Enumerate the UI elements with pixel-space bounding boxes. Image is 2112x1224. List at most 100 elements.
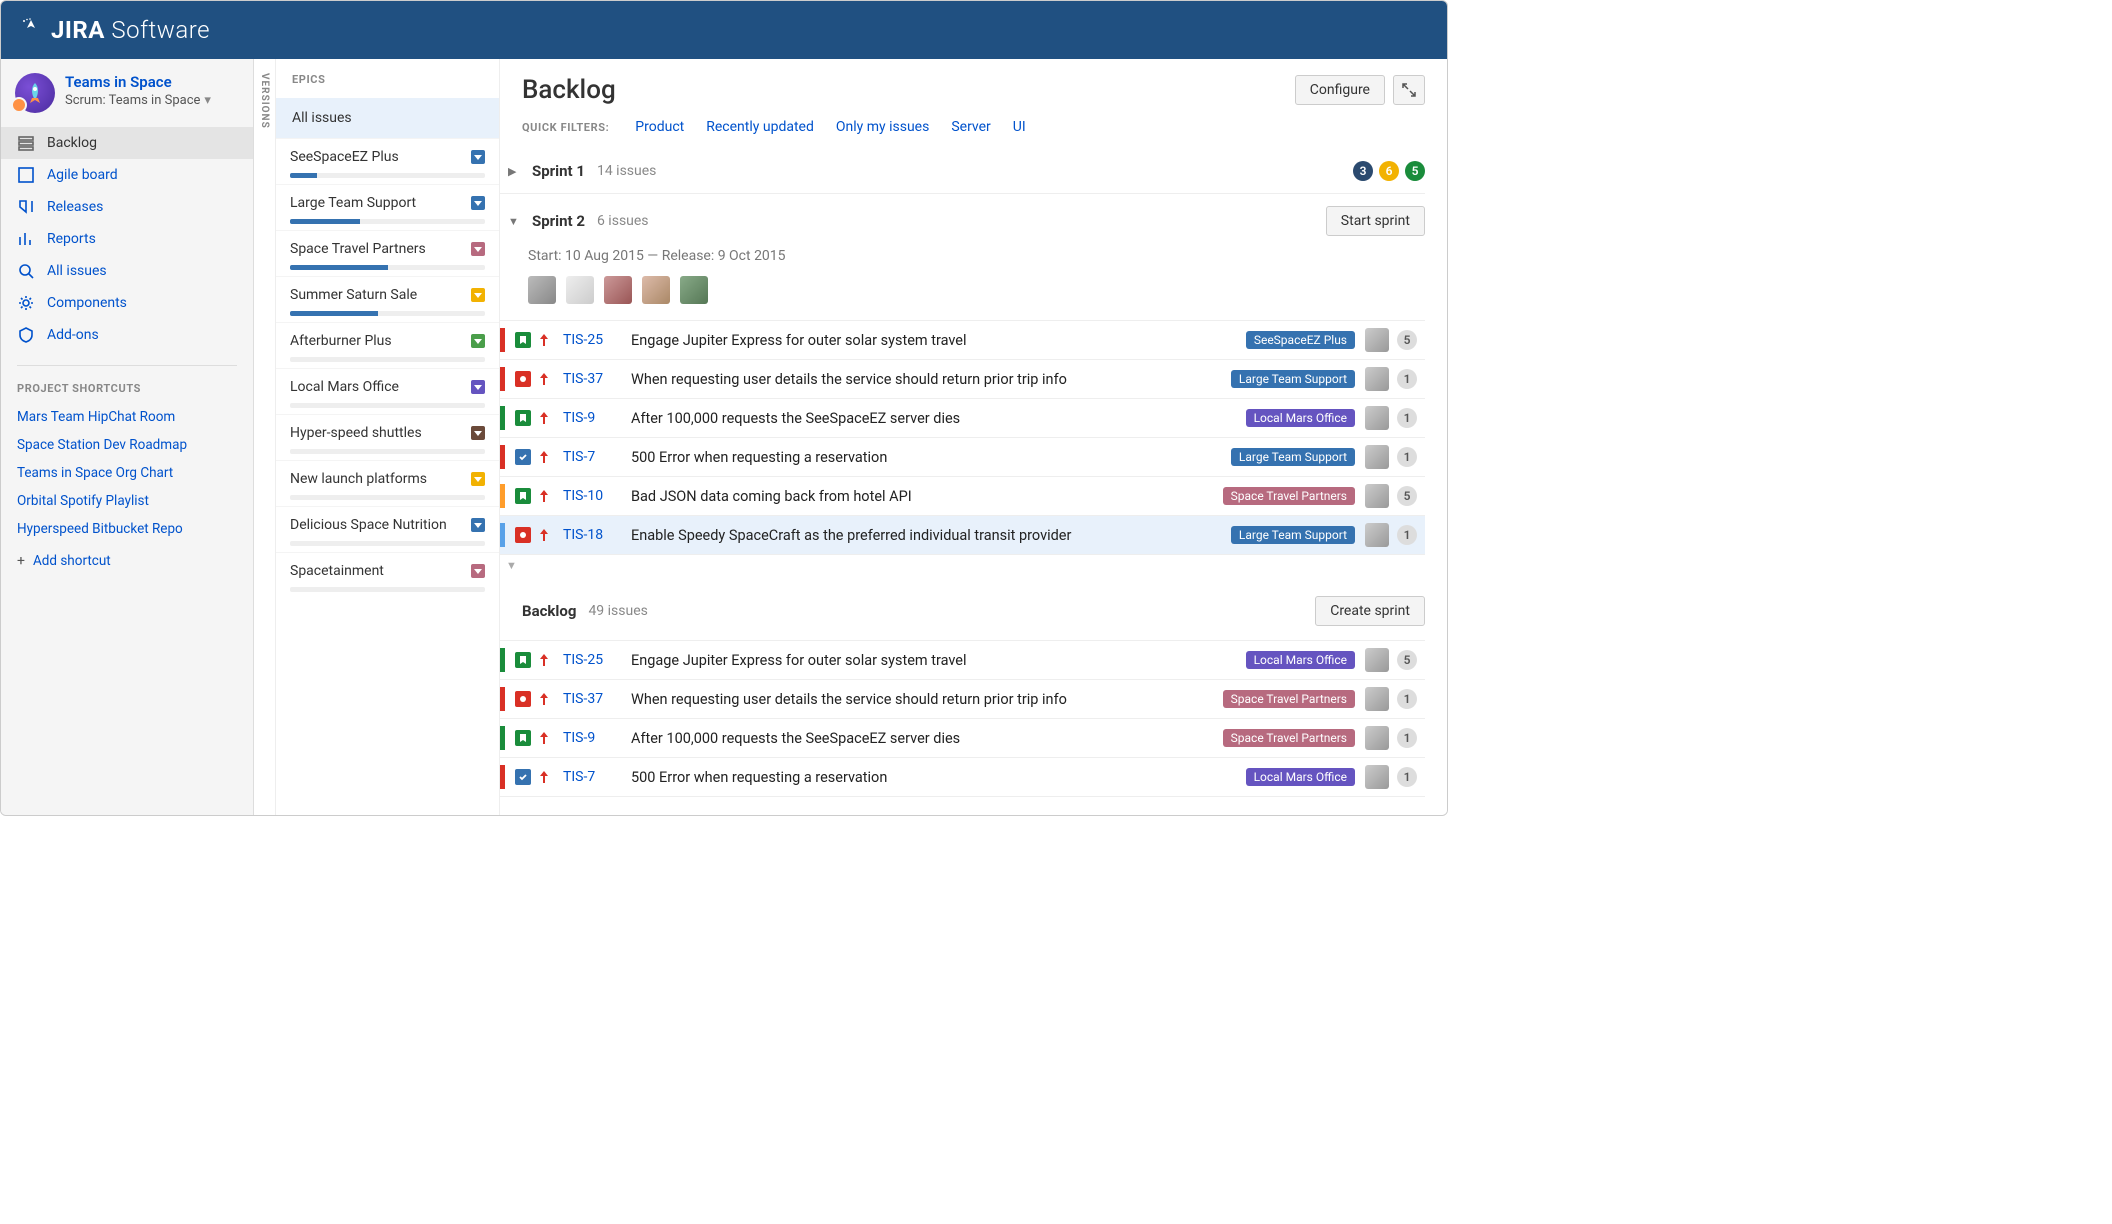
shortcut-link[interactable]: Space Station Dev Roadmap xyxy=(17,431,237,459)
nav-item-backlog[interactable]: Backlog xyxy=(1,127,253,159)
epic-dropdown-icon[interactable] xyxy=(471,288,485,302)
versions-rail[interactable]: VERSIONS xyxy=(254,59,276,815)
create-sprint-button[interactable]: Create sprint xyxy=(1315,596,1425,626)
priority-arrow-icon xyxy=(539,373,553,385)
epic-dropdown-icon[interactable] xyxy=(471,196,485,210)
epic-dropdown-icon[interactable] xyxy=(471,150,485,164)
shortcut-link[interactable]: Hyperspeed Bitbucket Repo xyxy=(17,515,237,543)
shortcut-link[interactable]: Teams in Space Org Chart xyxy=(17,459,237,487)
epic-item[interactable]: Large Team Support xyxy=(276,184,499,230)
add-shortcut-link[interactable]: +Add shortcut xyxy=(1,543,253,579)
epic-dropdown-icon[interactable] xyxy=(471,564,485,578)
nav-item-releases[interactable]: Releases xyxy=(1,191,253,223)
epic-item[interactable]: New launch platforms xyxy=(276,460,499,506)
filter-link[interactable]: Product xyxy=(635,119,684,135)
assignee-avatar[interactable] xyxy=(1365,367,1389,391)
sprint1-header[interactable]: ▶ Sprint 1 14 issues 3 6 5 xyxy=(500,149,1425,194)
shortcut-link[interactable]: Mars Team HipChat Room xyxy=(17,403,237,431)
issue-row[interactable]: TIS-25Engage Jupiter Express for outer s… xyxy=(500,641,1425,680)
issue-key[interactable]: TIS-18 xyxy=(563,527,617,543)
shortcut-link[interactable]: Orbital Spotify Playlist xyxy=(17,487,237,515)
epic-tag[interactable]: Space Travel Partners xyxy=(1223,487,1355,505)
issue-row[interactable]: TIS-9After 100,000 requests the SeeSpace… xyxy=(500,719,1425,758)
avatar[interactable] xyxy=(604,276,632,304)
issue-key[interactable]: TIS-9 xyxy=(563,410,617,426)
nav-item-agile-board[interactable]: Agile board xyxy=(1,159,253,191)
issue-key[interactable]: TIS-37 xyxy=(563,371,617,387)
issue-key[interactable]: TIS-7 xyxy=(563,769,617,785)
issue-row[interactable]: TIS-37When requesting user details the s… xyxy=(500,680,1425,719)
nav-item-add-ons[interactable]: Add-ons xyxy=(1,319,253,351)
issue-row[interactable]: TIS-25Engage Jupiter Express for outer s… xyxy=(500,321,1425,360)
epic-dropdown-icon[interactable] xyxy=(471,518,485,532)
epic-item[interactable]: SeeSpaceEZ Plus xyxy=(276,138,499,184)
chevron-right-icon[interactable]: ▶ xyxy=(508,165,520,178)
sprint2-header[interactable]: ▼ Sprint 2 6 issues Start sprint xyxy=(500,194,1425,248)
assignee-avatar[interactable] xyxy=(1365,687,1389,711)
assignee-avatar[interactable] xyxy=(1365,445,1389,469)
filter-link[interactable]: UI xyxy=(1013,119,1026,135)
epic-tag[interactable]: Large Team Support xyxy=(1231,526,1355,544)
epic-dropdown-icon[interactable] xyxy=(471,334,485,348)
epic-dropdown-icon[interactable] xyxy=(471,472,485,486)
issue-row[interactable]: TIS-37When requesting user details the s… xyxy=(500,360,1425,399)
epic-item[interactable]: Spacetainment xyxy=(276,552,499,598)
assignee-avatar[interactable] xyxy=(1365,648,1389,672)
issue-row[interactable]: TIS-7500 Error when requesting a reserva… xyxy=(500,438,1425,477)
assignee-avatar[interactable] xyxy=(1365,328,1389,352)
epic-item[interactable]: Afterburner Plus xyxy=(276,322,499,368)
filter-link[interactable]: Only my issues xyxy=(836,119,929,135)
chevron-down-icon[interactable]: ▼ xyxy=(500,555,512,572)
epic-dropdown-icon[interactable] xyxy=(471,426,485,440)
epic-tag[interactable]: Local Mars Office xyxy=(1246,768,1355,786)
epic-tag[interactable]: Large Team Support xyxy=(1231,448,1355,466)
fullscreen-button[interactable] xyxy=(1393,75,1425,105)
pill-inprogress: 6 xyxy=(1379,161,1399,181)
chevron-down-icon[interactable]: ▼ xyxy=(508,215,520,228)
filter-link[interactable]: Server xyxy=(951,119,990,135)
avatar[interactable] xyxy=(642,276,670,304)
issue-row[interactable]: TIS-10Bad JSON data coming back from hot… xyxy=(500,477,1425,516)
issue-row[interactable]: TIS-7500 Error when requesting a reserva… xyxy=(500,758,1425,797)
assignee-avatar[interactable] xyxy=(1365,726,1389,750)
epic-tag[interactable]: SeeSpaceEZ Plus xyxy=(1246,331,1355,349)
filter-link[interactable]: Recently updated xyxy=(706,119,814,135)
issue-row[interactable]: TIS-9After 100,000 requests the SeeSpace… xyxy=(500,399,1425,438)
epic-tag[interactable]: Large Team Support xyxy=(1231,370,1355,388)
avatar[interactable] xyxy=(680,276,708,304)
issue-summary: Enable Speedy SpaceCraft as the preferre… xyxy=(631,527,1231,544)
assignee-avatar[interactable] xyxy=(1365,484,1389,508)
issue-key[interactable]: TIS-10 xyxy=(563,488,617,504)
configure-button[interactable]: Configure xyxy=(1295,75,1385,105)
project-subtitle[interactable]: Scrum: Teams in Space▾ xyxy=(65,93,211,108)
project-name[interactable]: Teams in Space xyxy=(65,73,211,91)
epic-tag[interactable]: Space Travel Partners xyxy=(1223,690,1355,708)
issue-key[interactable]: TIS-7 xyxy=(563,449,617,465)
epic-item[interactable]: Summer Saturn Sale xyxy=(276,276,499,322)
nav-item-reports[interactable]: Reports xyxy=(1,223,253,255)
nav-item-all-issues[interactable]: All issues xyxy=(1,255,253,287)
epic-item[interactable]: Delicious Space Nutrition xyxy=(276,506,499,552)
avatar[interactable] xyxy=(566,276,594,304)
assignee-avatar[interactable] xyxy=(1365,406,1389,430)
assignee-avatar[interactable] xyxy=(1365,523,1389,547)
epic-dropdown-icon[interactable] xyxy=(471,242,485,256)
nav-item-components[interactable]: Components xyxy=(1,287,253,319)
project-header[interactable]: Teams in Space Scrum: Teams in Space▾ xyxy=(1,59,253,123)
start-sprint-button[interactable]: Start sprint xyxy=(1326,206,1425,236)
issue-key[interactable]: TIS-25 xyxy=(563,332,617,348)
epic-all-issues[interactable]: All issues xyxy=(276,98,499,138)
epic-dropdown-icon[interactable] xyxy=(471,380,485,394)
epic-item[interactable]: Hyper-speed shuttles xyxy=(276,414,499,460)
issue-row[interactable]: TIS-18 Enable Speedy SpaceCraft as the pr… xyxy=(500,516,1425,555)
issue-key[interactable]: TIS-25 xyxy=(563,652,617,668)
epic-item[interactable]: Local Mars Office xyxy=(276,368,499,414)
avatar[interactable] xyxy=(528,276,556,304)
assignee-avatar[interactable] xyxy=(1365,765,1389,789)
epic-tag[interactable]: Local Mars Office xyxy=(1246,651,1355,669)
issue-key[interactable]: TIS-37 xyxy=(563,691,617,707)
issue-key[interactable]: TIS-9 xyxy=(563,730,617,746)
epic-item[interactable]: Space Travel Partners xyxy=(276,230,499,276)
epic-tag[interactable]: Space Travel Partners xyxy=(1223,729,1355,747)
epic-tag[interactable]: Local Mars Office xyxy=(1246,409,1355,427)
